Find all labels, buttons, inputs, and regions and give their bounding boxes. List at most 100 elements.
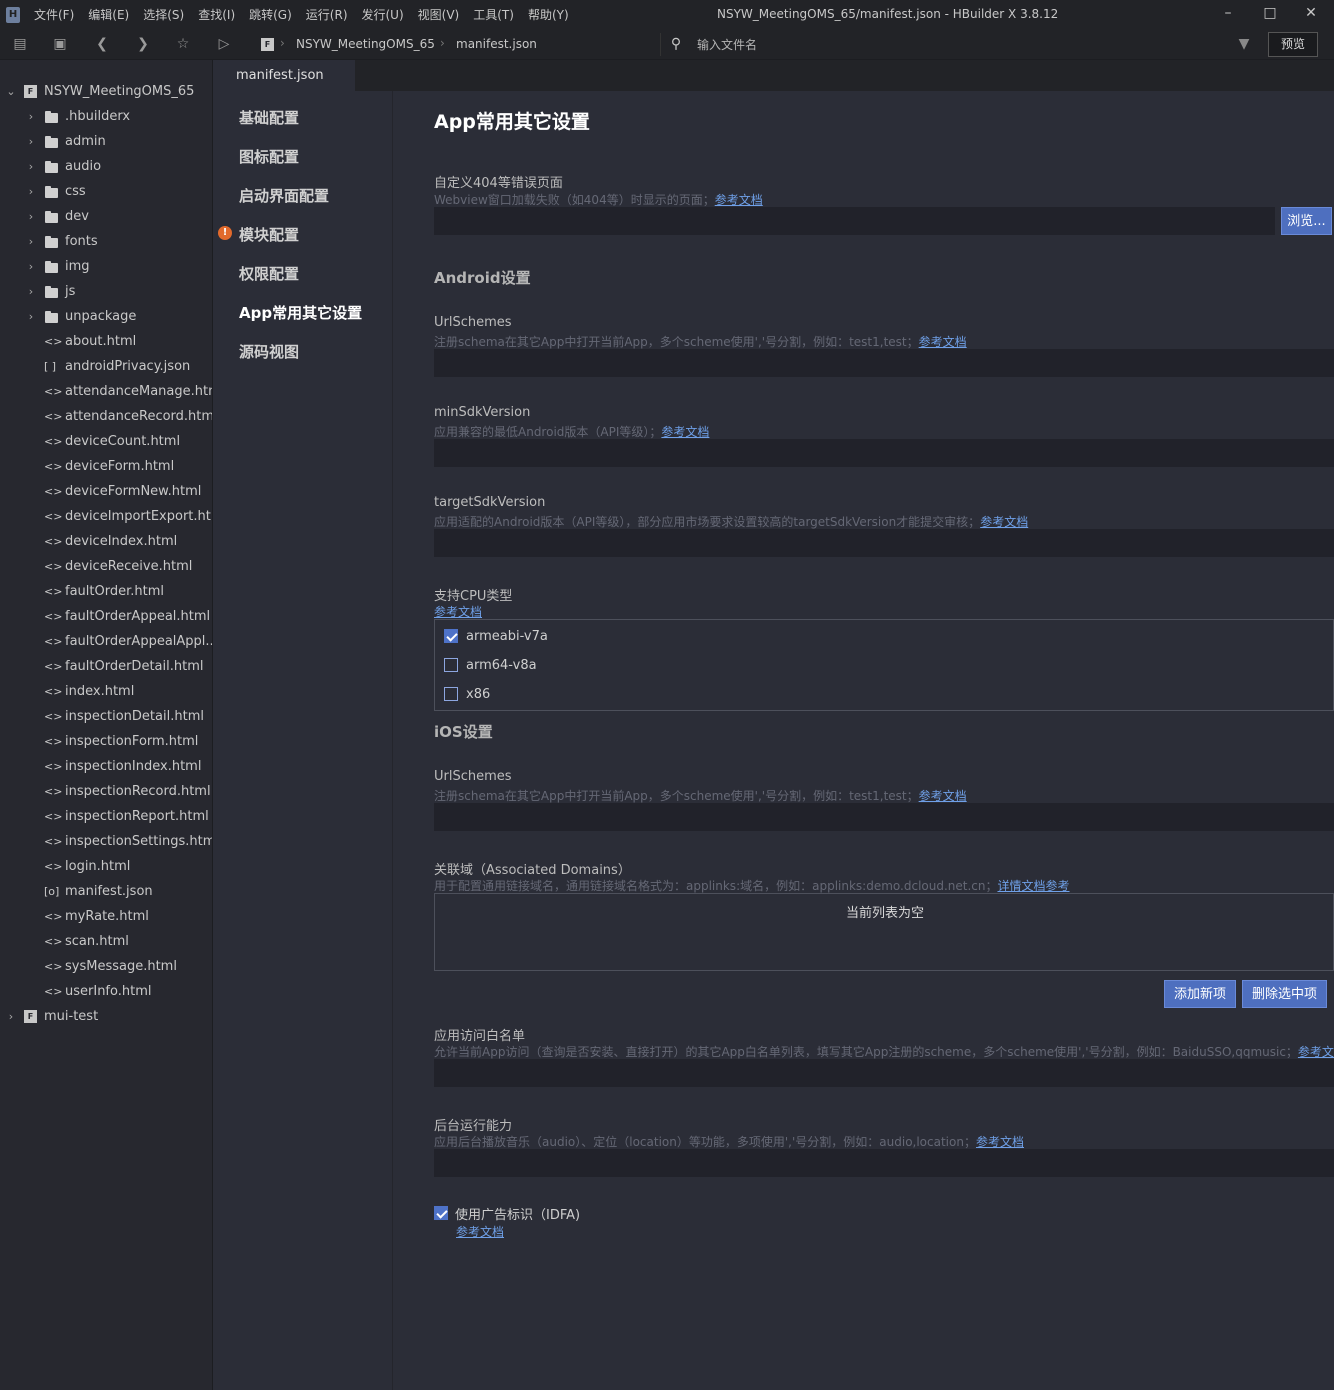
tree-file[interactable]: <> deviceImportExport.ht... — [0, 504, 212, 529]
whitelist-input[interactable] — [434, 1059, 1334, 1087]
chevron-right-icon[interactable]: › — [26, 210, 36, 223]
preview-button[interactable]: 预览 — [1268, 32, 1318, 57]
tree-file[interactable]: <> myRate.html — [0, 904, 212, 929]
checkbox[interactable] — [444, 629, 458, 643]
chevron-right-icon[interactable]: › — [26, 310, 36, 323]
error-page-input[interactable] — [434, 207, 1275, 235]
file-search-input[interactable] — [697, 36, 1217, 53]
tree-folder[interactable]: › unpackage — [0, 304, 212, 329]
tree-folder[interactable]: › fonts — [0, 229, 212, 254]
tree-folder[interactable]: › css — [0, 179, 212, 204]
config-nav-item[interactable]: 权限配置 — [239, 263, 299, 284]
tree-file[interactable]: <> inspectionRecord.html — [0, 779, 212, 804]
error-page-doc-link[interactable]: 参考文档 — [715, 193, 763, 207]
new-file-icon[interactable]: ▤ — [12, 36, 28, 52]
tree-project-second[interactable]: › Fmui-test — [0, 1004, 212, 1029]
tree-file[interactable]: <> faultOrderDetail.html — [0, 654, 212, 679]
menu-item[interactable]: 运行(R) — [306, 6, 348, 23]
tree-file[interactable]: <> deviceReceive.html — [0, 554, 212, 579]
close-icon[interactable]: ✕ — [1303, 5, 1319, 21]
config-nav-item[interactable]: 基础配置 — [239, 107, 299, 128]
tree-file[interactable]: [o] manifest.json — [0, 879, 212, 904]
tree-file[interactable]: <> deviceCount.html — [0, 429, 212, 454]
chevron-right-icon[interactable]: › — [6, 1010, 16, 1023]
config-nav-item[interactable]: 启动界面配置 — [239, 185, 329, 206]
tree-file[interactable]: <> deviceForm.html — [0, 454, 212, 479]
android-urlschemes-input[interactable] — [434, 349, 1334, 377]
chevron-right-icon[interactable]: › — [26, 185, 36, 198]
tree-file[interactable]: <> inspectionIndex.html — [0, 754, 212, 779]
back-icon[interactable]: ❮ — [94, 36, 110, 52]
checkbox[interactable] — [434, 1206, 448, 1220]
associated-domains-doc-link[interactable]: 详情文档参考 — [998, 879, 1070, 893]
tree-folder[interactable]: › js — [0, 279, 212, 304]
tree-file[interactable]: <> deviceFormNew.html — [0, 479, 212, 504]
chevron-right-icon[interactable]: › — [26, 135, 36, 148]
menu-item[interactable]: 视图(V) — [418, 6, 460, 23]
associated-domains-list[interactable]: 当前列表为空 — [434, 893, 1334, 971]
config-nav-item[interactable]: App常用其它设置 — [239, 302, 362, 323]
chevron-right-icon[interactable]: › — [26, 160, 36, 173]
tree-folder[interactable]: › audio — [0, 154, 212, 179]
cpu-option-x86[interactable]: x86 — [444, 684, 490, 704]
idfa-doc-link[interactable]: 参考文档 — [456, 1225, 504, 1239]
config-nav-item[interactable]: 源码视图 — [239, 341, 299, 362]
tree-file[interactable]: <> about.html — [0, 329, 212, 354]
tree-file[interactable]: <> faultOrderAppeal.html — [0, 604, 212, 629]
tree-file[interactable]: <> inspectionSettings.html — [0, 829, 212, 854]
breadcrumb-project[interactable]: NSYW_MeetingOMS_65 — [296, 37, 435, 51]
background-modes-doc-link[interactable]: 参考文档 — [976, 1135, 1024, 1149]
whitelist-doc-link[interactable]: 参考文档 — [1298, 1045, 1334, 1059]
minimize-icon[interactable]: – — [1220, 5, 1236, 21]
tree-file[interactable]: <> attendanceRecord.html — [0, 404, 212, 429]
menu-item[interactable]: 跳转(G) — [249, 6, 292, 23]
save-icon[interactable]: ▣ — [52, 36, 68, 52]
tree-folder[interactable]: › .hbuilderx — [0, 104, 212, 129]
cpu-option-armeabi-v7a[interactable]: armeabi-v7a — [444, 626, 548, 646]
menu-item[interactable]: 发行(U) — [362, 6, 404, 23]
menu-item[interactable]: 查找(I) — [198, 6, 235, 23]
chevron-right-icon[interactable]: › — [26, 110, 36, 123]
config-nav-item[interactable]: 模块配置! — [218, 224, 299, 245]
chevron-right-icon[interactable]: › — [26, 285, 36, 298]
tree-file[interactable]: <> faultOrder.html — [0, 579, 212, 604]
breadcrumb-file[interactable]: manifest.json — [456, 37, 537, 51]
tree-folder[interactable]: › admin — [0, 129, 212, 154]
add-item-button[interactable]: 添加新项 — [1164, 980, 1236, 1008]
run-icon[interactable]: ▷ — [216, 36, 232, 52]
tree-file[interactable]: <> sysMessage.html — [0, 954, 212, 979]
menu-item[interactable]: 工具(T) — [473, 6, 514, 23]
ios-urlschemes-input[interactable] — [434, 803, 1334, 831]
tree-file[interactable]: <> index.html — [0, 679, 212, 704]
forward-icon[interactable]: ❯ — [135, 36, 151, 52]
chevron-right-icon[interactable]: › — [26, 260, 36, 273]
menu-item[interactable]: 帮助(Y) — [528, 6, 569, 23]
min-sdk-doc-link[interactable]: 参考文档 — [661, 425, 709, 439]
cpu-option-arm64-v8a[interactable]: arm64-v8a — [444, 655, 537, 675]
menu-item[interactable]: 选择(S) — [143, 6, 184, 23]
idfa-option[interactable]: 使用广告标识（IDFA) — [434, 1203, 580, 1223]
tree-file[interactable]: <> scan.html — [0, 929, 212, 954]
tree-file[interactable]: <> inspectionDetail.html — [0, 704, 212, 729]
tree-project-root[interactable]: ⌄ F NSYW_MeetingOMS_65 — [0, 79, 212, 104]
menu-item[interactable]: 编辑(E) — [88, 6, 129, 23]
tree-file[interactable]: <> inspectionForm.html — [0, 729, 212, 754]
tree-folder[interactable]: › dev — [0, 204, 212, 229]
maximize-icon[interactable]: □ — [1262, 5, 1278, 21]
tree-file[interactable]: <> deviceIndex.html — [0, 529, 212, 554]
tree-file[interactable]: <> attendanceManage.html — [0, 379, 212, 404]
checkbox[interactable] — [444, 658, 458, 672]
cpu-type-doc-link[interactable]: 参考文档 — [434, 605, 482, 619]
background-modes-input[interactable] — [434, 1149, 1334, 1177]
filter-icon[interactable]: ▼ — [1236, 36, 1252, 52]
config-nav-item[interactable]: 图标配置 — [239, 146, 299, 167]
target-sdk-doc-link[interactable]: 参考文档 — [980, 515, 1028, 529]
browse-button[interactable]: 浏览... — [1281, 207, 1332, 235]
star-icon[interactable]: ☆ — [175, 36, 191, 52]
android-urlschemes-doc-link[interactable]: 参考文档 — [919, 335, 967, 349]
chevron-right-icon[interactable]: › — [26, 235, 36, 248]
tree-file[interactable]: <> faultOrderAppealAppl... — [0, 629, 212, 654]
tree-file[interactable]: <> userInfo.html — [0, 979, 212, 1004]
delete-selected-button[interactable]: 删除选中项 — [1242, 980, 1327, 1008]
ios-urlschemes-doc-link[interactable]: 参考文档 — [919, 789, 967, 803]
